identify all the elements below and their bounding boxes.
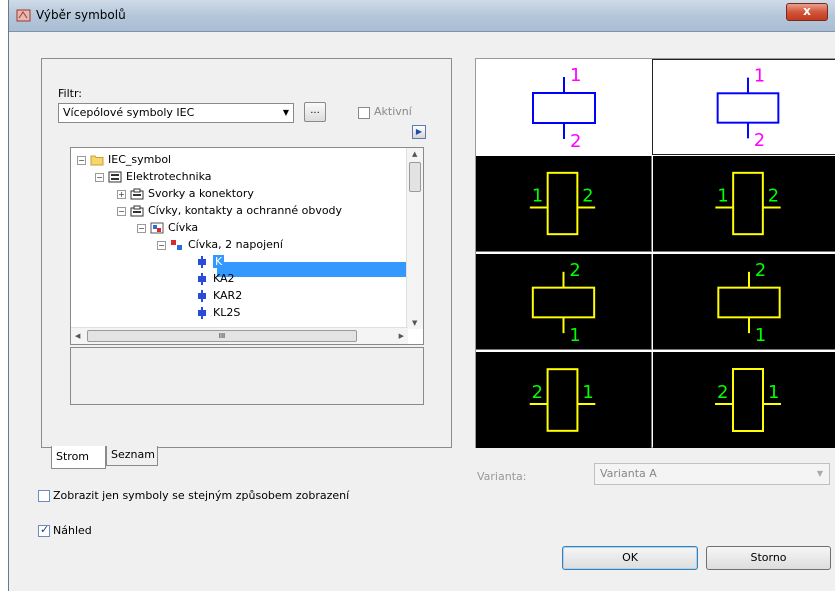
tree-vertical-scroll-thumb[interactable] [409,162,421,192]
tree-item-civky-kontakty[interactable]: − Cívky, kontakty a ochranné obvody [117,203,342,218]
close-button[interactable]: x [786,3,828,21]
variant-selected-value: Varianta A [600,467,657,480]
variant-dropdown[interactable]: Varianta A ▼ [594,463,830,485]
variant-label: Varianta: [477,470,527,483]
same-display-checkbox[interactable] [38,490,50,502]
dialog-window: Výběr symbolů x Filtr: Vícepólové symbol… [8,0,835,591]
close-icon: x [803,4,811,18]
pin-label-top: 2 [755,260,766,281]
coil-symbol-icon [198,290,206,302]
tree-item-ka2[interactable]: KA2 [195,271,235,286]
collapse-icon[interactable]: − [77,155,86,165]
tree-item-k[interactable]: K [195,254,225,269]
coil-symbol-preview: 1 2 [716,67,780,151]
pin-label-bottom: 2 [570,131,581,152]
category-icon [130,188,144,200]
filter-label: Filtr: [58,87,82,100]
tree-vertical-scrollbar[interactable]: ▲ ▼ [406,148,423,329]
expand-icon[interactable]: + [117,189,126,199]
symbol-preview-grid: 1 2 1 2 1 2 1 2 2 1 2 1 2 1 2 1 [475,58,835,448]
pin-label-top: 2 [569,260,580,281]
filter-dropdown[interactable]: Vícepólové symboly IEC ▼ [58,103,294,123]
scroll-down-icon[interactable]: ▼ [412,319,417,327]
tree-horizontal-scroll-thumb[interactable]: III [87,330,357,342]
coil-symbol-icon [198,256,206,268]
tree-horizontal-scrollbar[interactable]: ◀ III ▶ [71,327,408,344]
preview-checkbox[interactable] [38,523,50,537]
tree-item-kar2[interactable]: KAR2 [195,288,242,303]
collapse-icon[interactable]: − [95,172,104,182]
pin-label-bottom: 2 [754,131,765,151]
symbol-description-box [70,347,424,405]
preview-cell[interactable]: 2 1 [653,254,835,350]
tree-item-civka-2-napojeni[interactable]: − Cívka, 2 napojení [157,237,283,252]
coil-symbol-preview: 2 1 [531,260,596,346]
preview-cell[interactable]: 2 1 [476,254,652,350]
pin-label-bottom: 1 [569,325,580,346]
library-icon [108,171,122,183]
preview-cell[interactable]: 1 2 [653,156,835,252]
preview-cell[interactable]: 1 2 [476,156,652,252]
collapse-icon[interactable]: − [137,223,146,233]
coil-symbol-icon [198,307,206,319]
pin-label-right: 2 [768,186,779,207]
tab-strom[interactable]: Strom [51,446,106,469]
same-display-label: Zobrazit jen symboly se stejným způsobem… [53,489,350,502]
coil-symbol-preview: 2 1 [715,368,781,432]
window-title: Výběr symbolů [36,8,126,22]
ok-button[interactable]: OK [562,546,698,570]
tree-item-elektrotechnika[interactable]: − Elektrotechnika [95,169,212,184]
coil-symbol-preview: 1 2 [532,65,596,152]
collapse-icon[interactable]: − [117,206,126,216]
active-label: Aktivní [374,105,412,118]
tree-item-iec-symbol[interactable]: − IEC_symbol [77,152,171,167]
pin-label-left: 1 [532,186,543,207]
preview-cell[interactable]: 1 2 [476,59,652,155]
pin-label-top: 1 [754,67,765,87]
app-icon [16,9,31,22]
pin-label-left: 1 [717,186,728,207]
coil-symbol-preview: 2 1 [529,368,596,432]
folder-icon [90,155,104,166]
preview-cell-selected[interactable]: 1 2 [652,59,835,155]
scroll-left-icon[interactable]: ◀ [75,332,80,340]
tree-item-svorky[interactable]: + Svorky a konektory [117,186,254,201]
preview-label: Náhled [53,524,92,537]
cancel-button[interactable]: Storno [706,546,831,570]
tree-item-kl2s[interactable]: KL2S [195,305,240,320]
active-checkbox[interactable] [358,107,370,119]
scroll-right-icon[interactable]: ▶ [399,332,404,340]
pin-label-bottom: 1 [755,325,766,346]
title-bar: Výběr symbolů x [9,0,835,32]
tree-item-civka[interactable]: − Cívka [137,220,198,235]
symbol-tree[interactable]: − IEC_symbol − Elektrotechnika + Svorky a k… [70,147,424,345]
coil-symbol-icon [198,273,206,285]
coil-symbol-preview: 1 2 [715,171,781,236]
pin-label-left: 2 [532,382,543,403]
coil-symbol-preview: 1 2 [529,171,596,236]
filter-browse-button[interactable]: ... [304,102,326,122]
filter-selected-value: Vícepólové symboly IEC [63,106,195,119]
preview-cell[interactable]: 2 1 [653,352,835,448]
symbol-variant-icon [171,240,182,250]
tree-selection-highlight [217,262,409,277]
play-icon[interactable]: ▶ [412,125,426,139]
chevron-down-icon: ▼ [282,108,289,117]
preview-cell[interactable]: 2 1 [476,352,652,448]
category-icon [130,205,144,217]
collapse-icon[interactable]: − [157,240,166,250]
symbol-group-icon [150,222,164,234]
pin-label-right: 2 [582,186,593,207]
scroll-up-icon[interactable]: ▲ [412,150,417,158]
tab-seznam[interactable]: Seznam [106,446,158,466]
pin-label-right: 1 [768,382,779,403]
pin-label-right: 1 [582,382,593,403]
pin-label-top: 1 [570,65,581,86]
coil-symbol-preview: 2 1 [717,260,781,346]
symbol-browser-panel: Filtr: Vícepólové symboly IEC ▼ ... Akti… [41,58,452,448]
chevron-down-icon: ▼ [816,469,823,478]
pin-label-left: 2 [717,382,728,403]
